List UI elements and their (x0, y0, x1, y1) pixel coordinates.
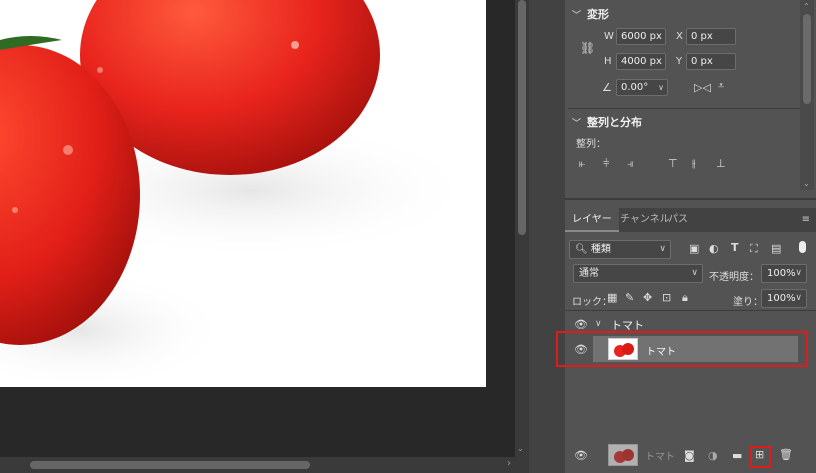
panel-menu-icon[interactable]: ≡ (802, 214, 810, 225)
lock-position-icon[interactable]: ✥ (643, 292, 652, 303)
scrollbar-thumb[interactable] (518, 0, 526, 235)
lock-transparent-icon[interactable]: ▦ (607, 292, 617, 303)
trash-icon[interactable]: 🗑︎ (779, 449, 793, 460)
filter-adjustment-icon[interactable]: ◐ (709, 243, 719, 254)
scrollbar-thumb[interactable] (30, 461, 310, 469)
angle-icon: ∠ (602, 81, 612, 94)
x-field[interactable]: 0 px (686, 28, 736, 45)
tomato-photo (0, 0, 480, 387)
blend-mode-dropdown[interactable]: 通常 ∨ (573, 264, 703, 283)
layers-bottom-toolbar: 👁︎ トマト ◙ ◑ ▬ ⊞ 🗑︎ (565, 440, 816, 473)
properties-scrollbar[interactable]: ⌃ ⌄ (800, 0, 814, 190)
filter-pixel-icon[interactable]: ▣ (689, 243, 699, 254)
lock-label: ロック： (572, 297, 612, 308)
layers-tab-bar: レイヤー チャンネル パス ≡ (565, 208, 816, 232)
search-icon: 🔍︎ (575, 244, 588, 255)
chevron-up-icon[interactable]: ⌃ (803, 2, 810, 11)
eye-icon[interactable]: 👁︎ (574, 318, 588, 331)
align-bottom-icon[interactable]: ⊥ (716, 158, 726, 169)
drag-ghost-name: トマト (645, 452, 675, 463)
lock-all-icon[interactable]: 🔒︎ (682, 292, 688, 303)
highlight-box-layer (556, 331, 808, 367)
y-field[interactable]: 0 px (686, 53, 736, 70)
eye-icon[interactable]: 👁︎ (574, 449, 588, 462)
align-right-icon[interactable]: ⫣ (627, 158, 634, 169)
chevron-down-icon: ∨ (659, 244, 666, 254)
drag-ghost-thumbnail (608, 444, 638, 466)
transform-title: 変形 (587, 8, 610, 21)
tab-layers[interactable]: レイヤー (565, 208, 619, 232)
width-label: W (604, 31, 614, 42)
align-label: 整列： (576, 139, 606, 150)
new-group-icon[interactable]: ▬ (732, 450, 742, 461)
chevron-down-icon: ∨ (795, 268, 802, 278)
add-mask-icon[interactable]: ◙ (684, 450, 695, 461)
link-icon[interactable]: ⛓ (580, 42, 595, 54)
opacity-field[interactable]: 100% ∨ (761, 264, 807, 283)
opacity-label: 不透明度： (709, 272, 759, 283)
fill-field[interactable]: 100% ∨ (761, 289, 807, 308)
opacity-value: 100% (767, 268, 796, 279)
chevron-down-icon[interactable]: ∨ (595, 319, 602, 329)
angle-field[interactable]: 0.00° ∨ (616, 79, 668, 96)
canvas-horizontal-scrollbar[interactable]: › (0, 457, 529, 473)
align-title: 整列と分布 (587, 116, 643, 129)
width-field[interactable]: 6000 px (616, 28, 666, 45)
chevron-down-icon[interactable]: ⌄ (803, 179, 810, 188)
chevron-down-icon: ﹀ (572, 10, 582, 21)
flip-horizontal-icon[interactable]: ▷◁ (694, 82, 711, 93)
fill-value: 100% (767, 293, 796, 304)
align-center-horizontal-icon[interactable]: ⫩ (603, 158, 609, 169)
align-middle-vertical-icon[interactable]: ⫲ (692, 158, 696, 169)
filter-type-icon[interactable]: T (731, 242, 739, 253)
chevron-down-icon[interactable]: ⌄ (517, 444, 524, 453)
height-field[interactable]: 4000 px (616, 53, 666, 70)
panel-gutter (529, 0, 565, 473)
chevron-down-icon: ∨ (691, 268, 698, 278)
layer-filter-dropdown[interactable]: 🔍︎ 種類 ∨ (569, 240, 671, 259)
section-divider (568, 108, 800, 109)
filter-kind-value: 種類 (590, 244, 611, 255)
filter-shape-icon[interactable]: ⛶ (750, 243, 758, 254)
align-section-header[interactable]: ﹀ 整列と分布 (572, 114, 642, 130)
blend-mode-value: 通常 (579, 268, 599, 279)
height-label: H (604, 56, 612, 67)
chevron-down-icon[interactable]: ∨ (658, 80, 664, 95)
flip-vertical-icon[interactable]: ⩡ (718, 80, 724, 91)
tab-paths[interactable]: パス (661, 208, 695, 232)
lock-paint-icon[interactable]: ✎ (625, 292, 634, 303)
scrollbar-thumb[interactable] (803, 14, 811, 104)
chevron-down-icon: ﹀ (572, 118, 582, 129)
lock-artboard-icon[interactable]: ⊡ (662, 292, 671, 303)
layers-list-divider (565, 310, 816, 311)
document-canvas[interactable] (0, 0, 486, 387)
angle-value: 0.00° (621, 82, 649, 93)
transform-section-header[interactable]: ﹀ 変形 (572, 6, 609, 22)
filter-smart-object-icon[interactable]: ▤ (771, 243, 781, 254)
y-label: Y (676, 56, 683, 67)
chevron-down-icon: ∨ (795, 293, 802, 303)
canvas-vertical-scrollbar[interactable]: ⌄ (515, 0, 529, 457)
x-label: X (676, 31, 683, 42)
chevron-right-icon[interactable]: › (507, 458, 511, 469)
align-left-icon[interactable]: ⫦ (579, 158, 585, 169)
adjustment-layer-icon[interactable]: ◑ (708, 450, 718, 461)
filter-toggle[interactable] (799, 241, 806, 253)
fill-label: 塗り： (733, 297, 763, 308)
align-top-icon[interactable]: ⊤ (668, 158, 678, 169)
canvas-area[interactable] (0, 0, 515, 457)
highlight-box-new-layer (750, 446, 771, 468)
